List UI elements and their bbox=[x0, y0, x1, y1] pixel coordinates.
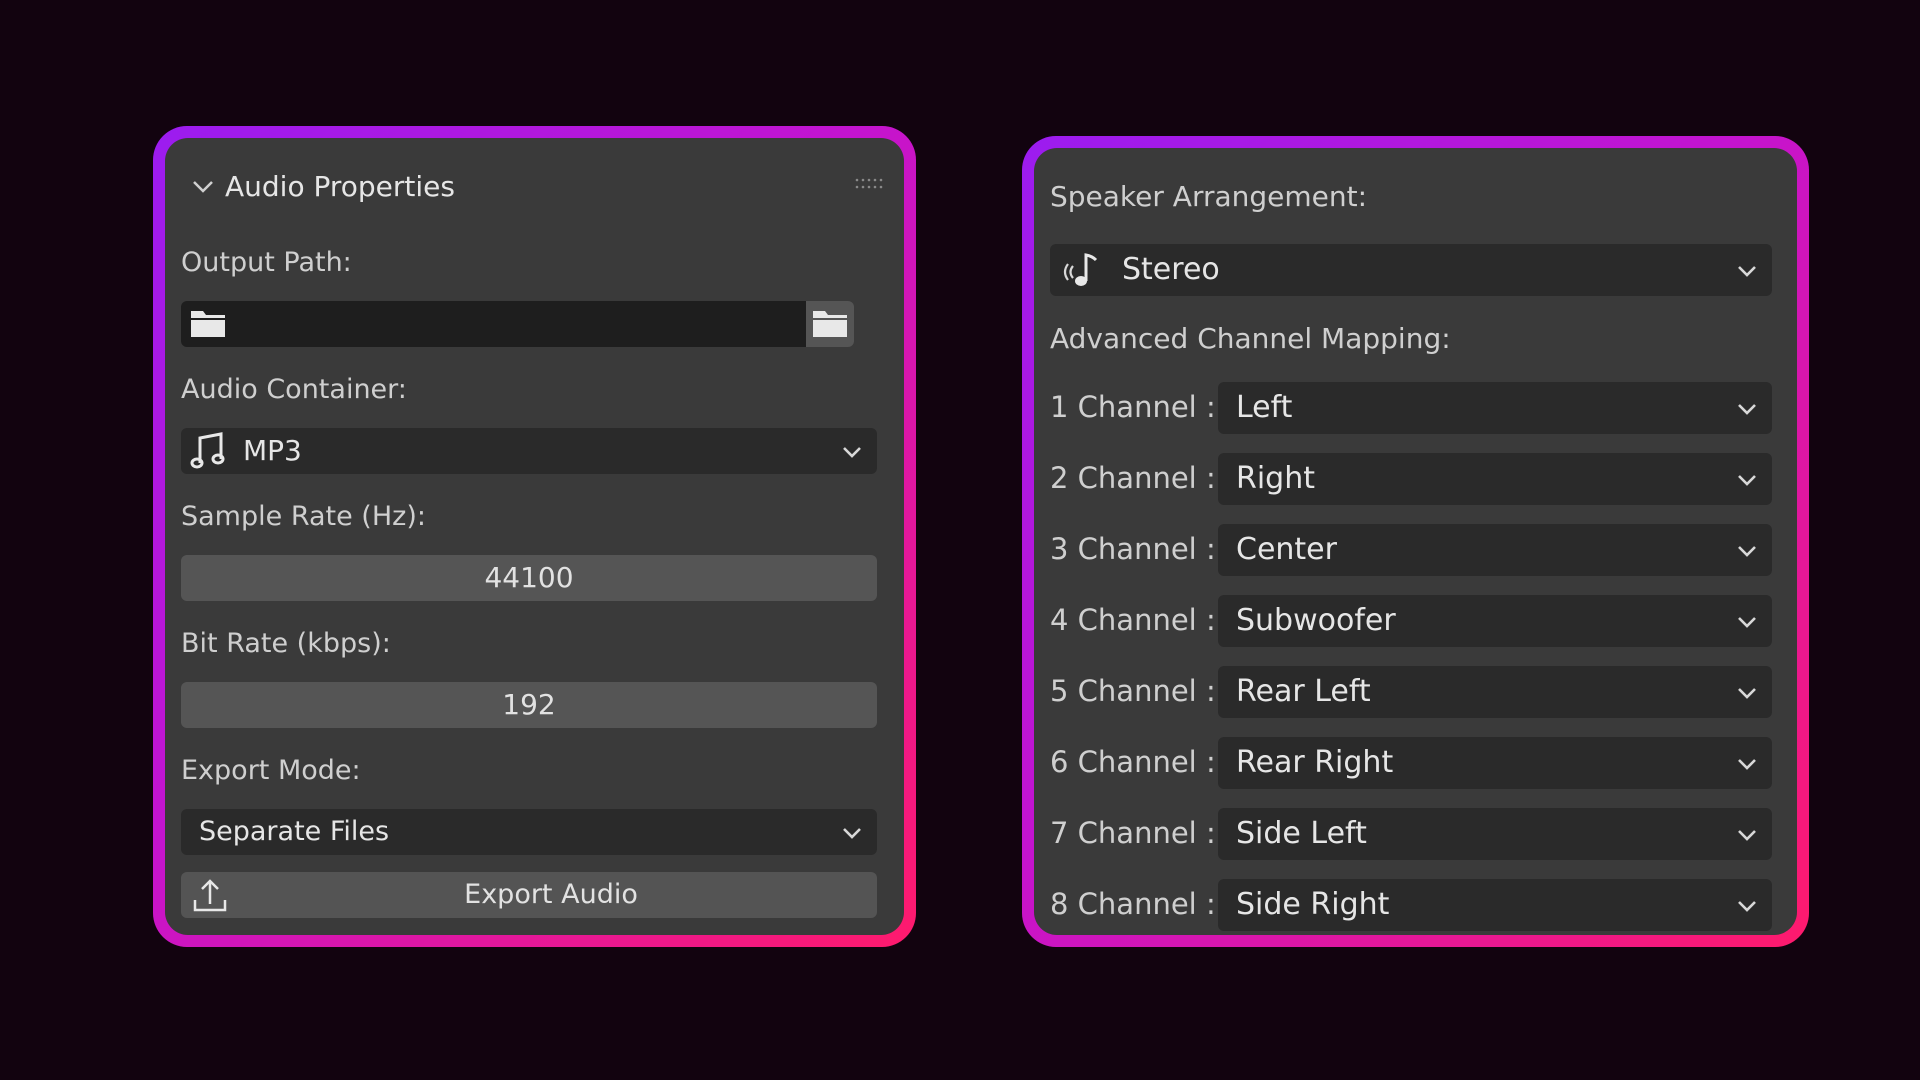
panel-title: Audio Properties bbox=[225, 170, 455, 203]
channel-select-value: Rear Left bbox=[1236, 674, 1371, 709]
channel-label: 7 Channel : bbox=[1050, 816, 1216, 850]
channel-label: 8 Channel : bbox=[1050, 887, 1216, 921]
output-path-label: Output Path: bbox=[181, 247, 352, 278]
folder-icon bbox=[191, 311, 225, 337]
export-audio-label: Export Audio bbox=[464, 879, 638, 910]
channel-select[interactable]: Center bbox=[1218, 524, 1772, 576]
export-mode-select[interactable]: Separate Files bbox=[181, 809, 877, 855]
channel-select-value: Center bbox=[1236, 532, 1337, 567]
channel-label: 1 Channel : bbox=[1050, 390, 1216, 424]
folder-icon bbox=[813, 311, 847, 337]
speaker-panel: Speaker Arrangement: Stereo Advanced Cha… bbox=[1034, 148, 1797, 935]
channel-select-value: Side Right bbox=[1236, 887, 1390, 922]
chevron-down-icon bbox=[843, 828, 861, 839]
channel-select-value: Rear Right bbox=[1236, 745, 1394, 780]
drag-handle-icon[interactable] bbox=[855, 178, 883, 190]
chevron-down-icon bbox=[1738, 404, 1756, 415]
channel-select[interactable]: Rear Right bbox=[1218, 737, 1772, 789]
chevron-down-icon bbox=[1738, 759, 1756, 770]
export-audio-button[interactable]: Export Audio bbox=[181, 872, 877, 918]
audio-properties-frame: Audio Properties Output Path: Audio Cont… bbox=[153, 126, 916, 947]
speaker-arrangement-label: Speaker Arrangement: bbox=[1050, 180, 1368, 213]
channel-select-value: Subwoofer bbox=[1236, 603, 1396, 638]
chevron-down-icon bbox=[1738, 901, 1756, 912]
channel-select[interactable]: Subwoofer bbox=[1218, 595, 1772, 647]
chevron-down-icon bbox=[843, 447, 861, 458]
music-note-icon bbox=[190, 432, 225, 469]
chevron-down-icon bbox=[1738, 266, 1756, 277]
export-mode-label: Export Mode: bbox=[181, 755, 361, 786]
channel-select-value: Right bbox=[1236, 461, 1315, 496]
audio-properties-panel: Audio Properties Output Path: Audio Cont… bbox=[165, 138, 904, 935]
speaker-audio-icon bbox=[1063, 253, 1098, 286]
audio-container-select[interactable]: MP3 bbox=[181, 428, 877, 474]
channel-select[interactable]: Side Left bbox=[1218, 808, 1772, 860]
channel-select[interactable]: Left bbox=[1218, 382, 1772, 434]
chevron-down-icon bbox=[1738, 830, 1756, 841]
audio-container-value: MP3 bbox=[243, 434, 302, 467]
channel-label: 6 Channel : bbox=[1050, 745, 1216, 779]
channel-select[interactable]: Rear Left bbox=[1218, 666, 1772, 718]
channel-select[interactable]: Side Right bbox=[1218, 879, 1772, 931]
export-mode-value: Separate Files bbox=[199, 816, 390, 847]
channel-select-value: Left bbox=[1236, 390, 1293, 425]
channel-select-value: Side Left bbox=[1236, 816, 1367, 851]
channel-mapping-title: Advanced Channel Mapping: bbox=[1050, 322, 1451, 355]
chevron-down-icon bbox=[1738, 688, 1756, 699]
speaker-arrangement-select[interactable]: Stereo bbox=[1050, 244, 1772, 296]
audio-container-label: Audio Container: bbox=[181, 374, 407, 405]
sample-rate-label: Sample Rate (Hz): bbox=[181, 501, 426, 532]
bit-rate-label: Bit Rate (kbps): bbox=[181, 628, 391, 659]
output-path-input[interactable] bbox=[181, 301, 853, 347]
bit-rate-input[interactable]: 192 bbox=[181, 682, 877, 728]
channel-label: 2 Channel : bbox=[1050, 461, 1216, 495]
browse-folder-button[interactable] bbox=[806, 301, 854, 347]
channel-label: 5 Channel : bbox=[1050, 674, 1216, 708]
chevron-down-icon[interactable] bbox=[192, 180, 214, 194]
chevron-down-icon bbox=[1738, 475, 1756, 486]
chevron-down-icon bbox=[1738, 546, 1756, 557]
chevron-down-icon bbox=[1738, 617, 1756, 628]
speaker-panel-frame: Speaker Arrangement: Stereo Advanced Cha… bbox=[1022, 136, 1809, 947]
channel-select[interactable]: Right bbox=[1218, 453, 1772, 505]
channel-label: 4 Channel : bbox=[1050, 603, 1216, 637]
channel-label: 3 Channel : bbox=[1050, 532, 1216, 566]
speaker-arrangement-value: Stereo bbox=[1122, 252, 1220, 287]
sample-rate-input[interactable]: 44100 bbox=[181, 555, 877, 601]
